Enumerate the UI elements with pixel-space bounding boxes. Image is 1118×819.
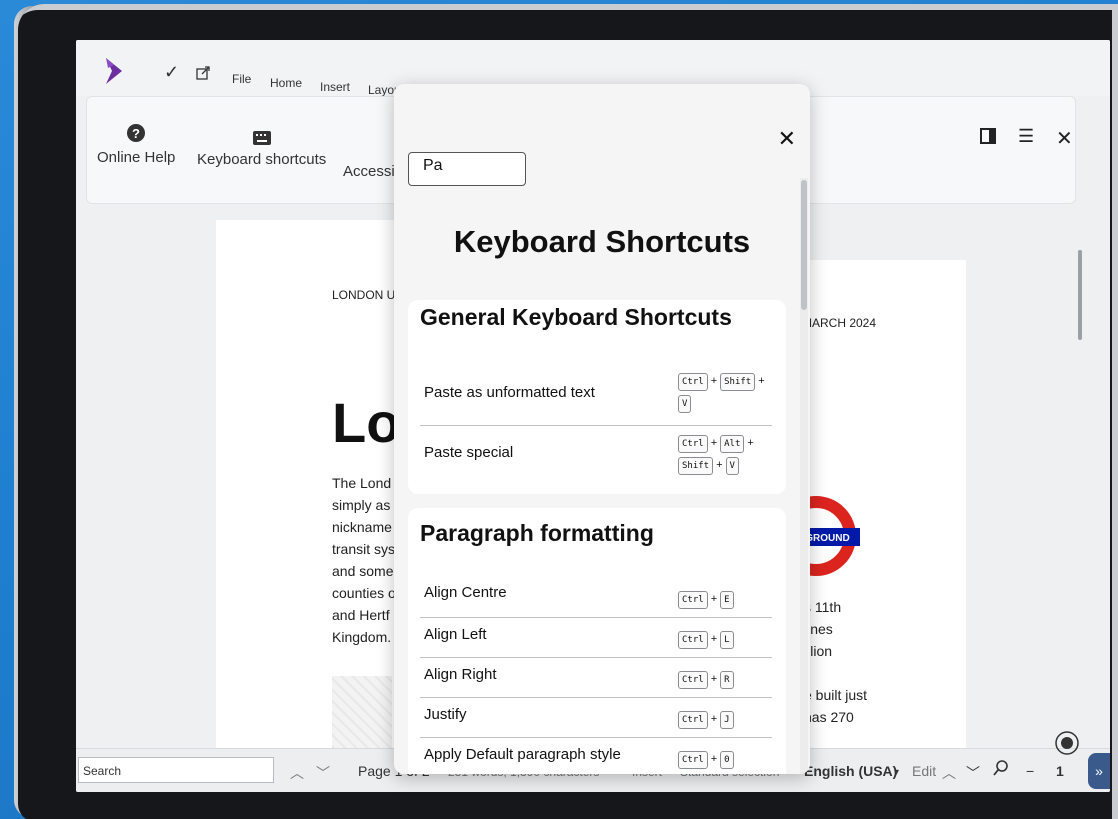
key: Ctrl: [678, 711, 708, 729]
shortcut-row: Align Right Ctrl + R: [420, 658, 772, 698]
key: R: [720, 671, 734, 689]
key: Shift: [720, 373, 756, 391]
document-scrollbar[interactable]: [1078, 250, 1082, 340]
shortcut-keys: Ctrl + J: [678, 708, 772, 730]
prev-result-icon[interactable]: ︿: [290, 763, 304, 783]
key: Ctrl: [678, 373, 708, 391]
shortcut-label: Paste as unformatted text: [424, 384, 595, 401]
doc-line: has 270: [804, 709, 854, 725]
doc-line: lines: [804, 621, 833, 637]
section-heading: Paragraph formatting: [420, 520, 654, 546]
key: Ctrl: [678, 435, 708, 453]
doc-line: simply as: [332, 497, 391, 513]
shortcut-keys: Ctrl + Alt + Shift + V: [678, 432, 772, 476]
key: J: [720, 711, 734, 729]
language-dropdown-icon[interactable]: ▾: [894, 767, 899, 778]
shortcut-row: Align Centre Ctrl + E: [420, 576, 772, 618]
keyboard-shortcuts-label: Keyboard shortcuts: [197, 151, 327, 168]
doc-body-text: The Lond simply as nickname transit sys …: [332, 472, 396, 648]
doc-right-text: s 11th lines illion e built just has 270: [804, 596, 867, 728]
shortcut-keys: Ctrl + L: [678, 628, 772, 650]
list-icon[interactable]: ☰: [1018, 126, 1034, 147]
external-edit-icon[interactable]: [196, 66, 210, 80]
doc-line: s 11th: [804, 599, 842, 615]
key: Ctrl: [678, 751, 708, 769]
shortcut-label: Align Left: [424, 626, 487, 643]
general-shortcuts-card: General Keyboard Shortcuts Paste as unfo…: [408, 300, 786, 494]
checkmark-icon[interactable]: ✓: [164, 62, 179, 83]
doc-line: The Lond: [332, 475, 392, 491]
paragraph-formatting-card: Paragraph formatting Align Centre Ctrl + E…: [408, 508, 786, 774]
online-help-button[interactable]: ? Online Help: [97, 123, 175, 166]
doc-line: Kingdom.: [332, 629, 392, 645]
key: E: [720, 591, 734, 609]
doc-line: [804, 662, 867, 684]
doc-line: nickname: [332, 519, 392, 535]
keyboard-icon: [252, 131, 271, 145]
expand-nav-button[interactable]: »: [1088, 753, 1110, 789]
shortcut-label: Paste special: [424, 444, 514, 461]
shortcut-search-input[interactable]: Pa: [408, 152, 526, 186]
chevron-up-icon[interactable]: ︿: [942, 763, 956, 783]
sidebar-toggle-icon[interactable]: [980, 128, 996, 144]
menu-file[interactable]: File: [232, 72, 251, 86]
online-help-label: Online Help: [97, 149, 176, 166]
key: Shift: [678, 457, 714, 475]
menu-home[interactable]: Home: [270, 76, 302, 90]
language-selector[interactable]: English (USA): [804, 763, 897, 779]
doc-title: Lo: [332, 391, 401, 454]
app-logo-icon[interactable]: [100, 56, 130, 86]
help-icon: ?: [127, 124, 146, 142]
dialog-close-icon[interactable]: ✕: [778, 126, 796, 152]
shortcut-label: Align Right: [424, 666, 497, 683]
edit-mode[interactable]: Edit: [912, 763, 936, 779]
key: Alt: [720, 435, 745, 453]
zoom-icon[interactable]: [992, 759, 1010, 777]
menu-insert[interactable]: Insert: [320, 80, 350, 94]
svg-text:?: ?: [132, 126, 140, 141]
key: Ctrl: [678, 591, 708, 609]
doc-line: e built just: [804, 687, 868, 703]
doc-line: and Hertf: [332, 607, 390, 623]
keyboard-shortcuts-button[interactable]: Keyboard shortcuts: [197, 131, 326, 168]
doc-line: and some: [332, 563, 394, 579]
shortcut-label: Justify: [424, 706, 467, 723]
shortcut-label: Apply Default paragraph style: [424, 746, 621, 763]
key: V: [678, 395, 692, 413]
shortcut-row: Paste as unformatted text Ctrl + Shift + V: [420, 358, 772, 426]
next-result-icon[interactable]: ﹀: [316, 763, 330, 783]
shortcut-row: Apply Default paragraph style Ctrl +0: [420, 738, 772, 774]
shortcut-row: Justify Ctrl + J: [420, 698, 772, 738]
zoom-out-button[interactable]: −: [1026, 763, 1034, 779]
chevron-down-icon[interactable]: ﹀: [966, 763, 980, 783]
tube-map-image: [332, 676, 392, 756]
doc-header-date: MARCH 2024: [802, 316, 877, 330]
shortcut-keys: Ctrl +0: [678, 748, 772, 770]
close-ribbon-icon[interactable]: ✕: [1056, 126, 1073, 151]
doc-header-left: LONDON U: [332, 288, 396, 302]
shortcut-keys: Ctrl + R: [678, 668, 772, 690]
accessibility-float-icon[interactable]: [1054, 730, 1080, 756]
shortcut-label: Align Centre: [424, 584, 507, 601]
key: 0: [720, 751, 734, 769]
key: Ctrl: [678, 671, 708, 689]
shortcut-row: Align Left Ctrl + L: [420, 618, 772, 658]
dialog-title: Keyboard Shortcuts: [453, 224, 751, 259]
doc-line: counties o: [332, 585, 396, 601]
shortcut-keys: Ctrl + Shift + V: [678, 370, 772, 414]
doc-line: illion: [804, 643, 833, 659]
keyboard-shortcuts-dialog: ✕ Pa Keyboard Shortcuts General Keyboard…: [394, 84, 810, 774]
shortcut-row: Paste special Ctrl + Alt + Shift + V: [420, 426, 772, 488]
zoom-value[interactable]: 1: [1056, 763, 1064, 779]
key: V: [725, 457, 739, 475]
status-search-input[interactable]: Search: [78, 757, 274, 783]
key: Ctrl: [678, 631, 708, 649]
key: L: [720, 631, 734, 649]
doc-line: transit sys: [332, 541, 396, 557]
shortcut-keys: Ctrl + E: [678, 588, 772, 610]
section-heading: General Keyboard Shortcuts: [420, 304, 732, 330]
